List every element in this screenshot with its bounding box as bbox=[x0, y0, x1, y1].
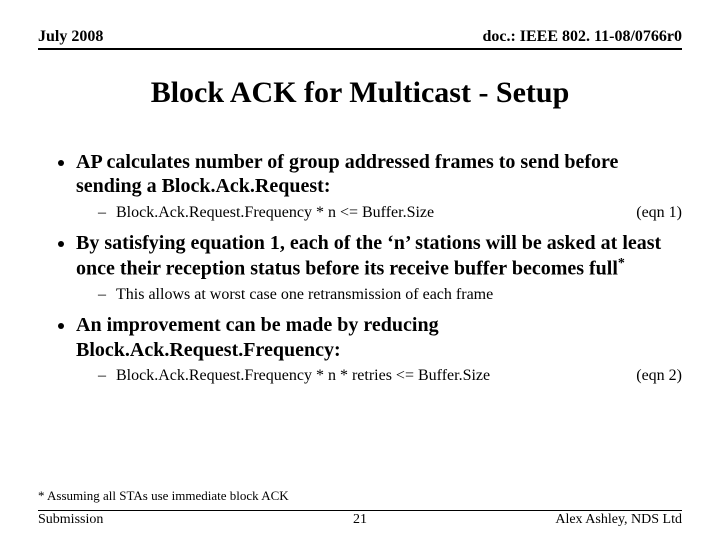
header-date: July 2008 bbox=[38, 28, 103, 46]
footnote-mark-icon: * bbox=[618, 256, 625, 271]
bullet-1: AP calculates number of group addressed … bbox=[76, 150, 682, 223]
bullet-1-sub: Block.Ack.Request.Frequency * n <= Buffe… bbox=[98, 203, 682, 223]
bullet-2: By satisfying equation 1, each of the ‘n… bbox=[76, 231, 682, 305]
bullet-3: An improvement can be made by reducing B… bbox=[76, 313, 682, 386]
header-doc-id: doc.: IEEE 802. 11-08/0766r0 bbox=[482, 28, 682, 46]
bullet-2-text: By satisfying equation 1, each of the ‘n… bbox=[76, 232, 661, 280]
bullet-3-text: An improvement can be made by reducing B… bbox=[76, 314, 439, 360]
slide-title: Block ACK for Multicast - Setup bbox=[38, 76, 682, 110]
footnote-text: * Assuming all STAs use immediate block … bbox=[38, 488, 289, 504]
bullet-2-sub: This allows at worst case one retransmis… bbox=[98, 285, 682, 305]
footer: Submission 21 Alex Ashley, NDS Ltd bbox=[38, 510, 682, 528]
equation-2-label: (eqn 2) bbox=[606, 366, 682, 386]
footer-page-number: 21 bbox=[353, 512, 367, 528]
bullet-list: AP calculates number of group addressed … bbox=[38, 150, 682, 386]
footer-left: Submission bbox=[38, 512, 103, 528]
footer-author: Alex Ashley, NDS Ltd bbox=[555, 512, 682, 528]
bullet-3-sub: Block.Ack.Request.Frequency * n * retrie… bbox=[98, 366, 682, 386]
bullet-1-text: AP calculates number of group addressed … bbox=[76, 151, 618, 197]
equation-1-text: Block.Ack.Request.Frequency * n <= Buffe… bbox=[116, 203, 434, 223]
header: July 2008 doc.: IEEE 802. 11-08/0766r0 bbox=[38, 28, 682, 50]
equation-2-text: Block.Ack.Request.Frequency * n * retrie… bbox=[116, 366, 490, 386]
equation-1-label: (eqn 1) bbox=[606, 203, 682, 223]
